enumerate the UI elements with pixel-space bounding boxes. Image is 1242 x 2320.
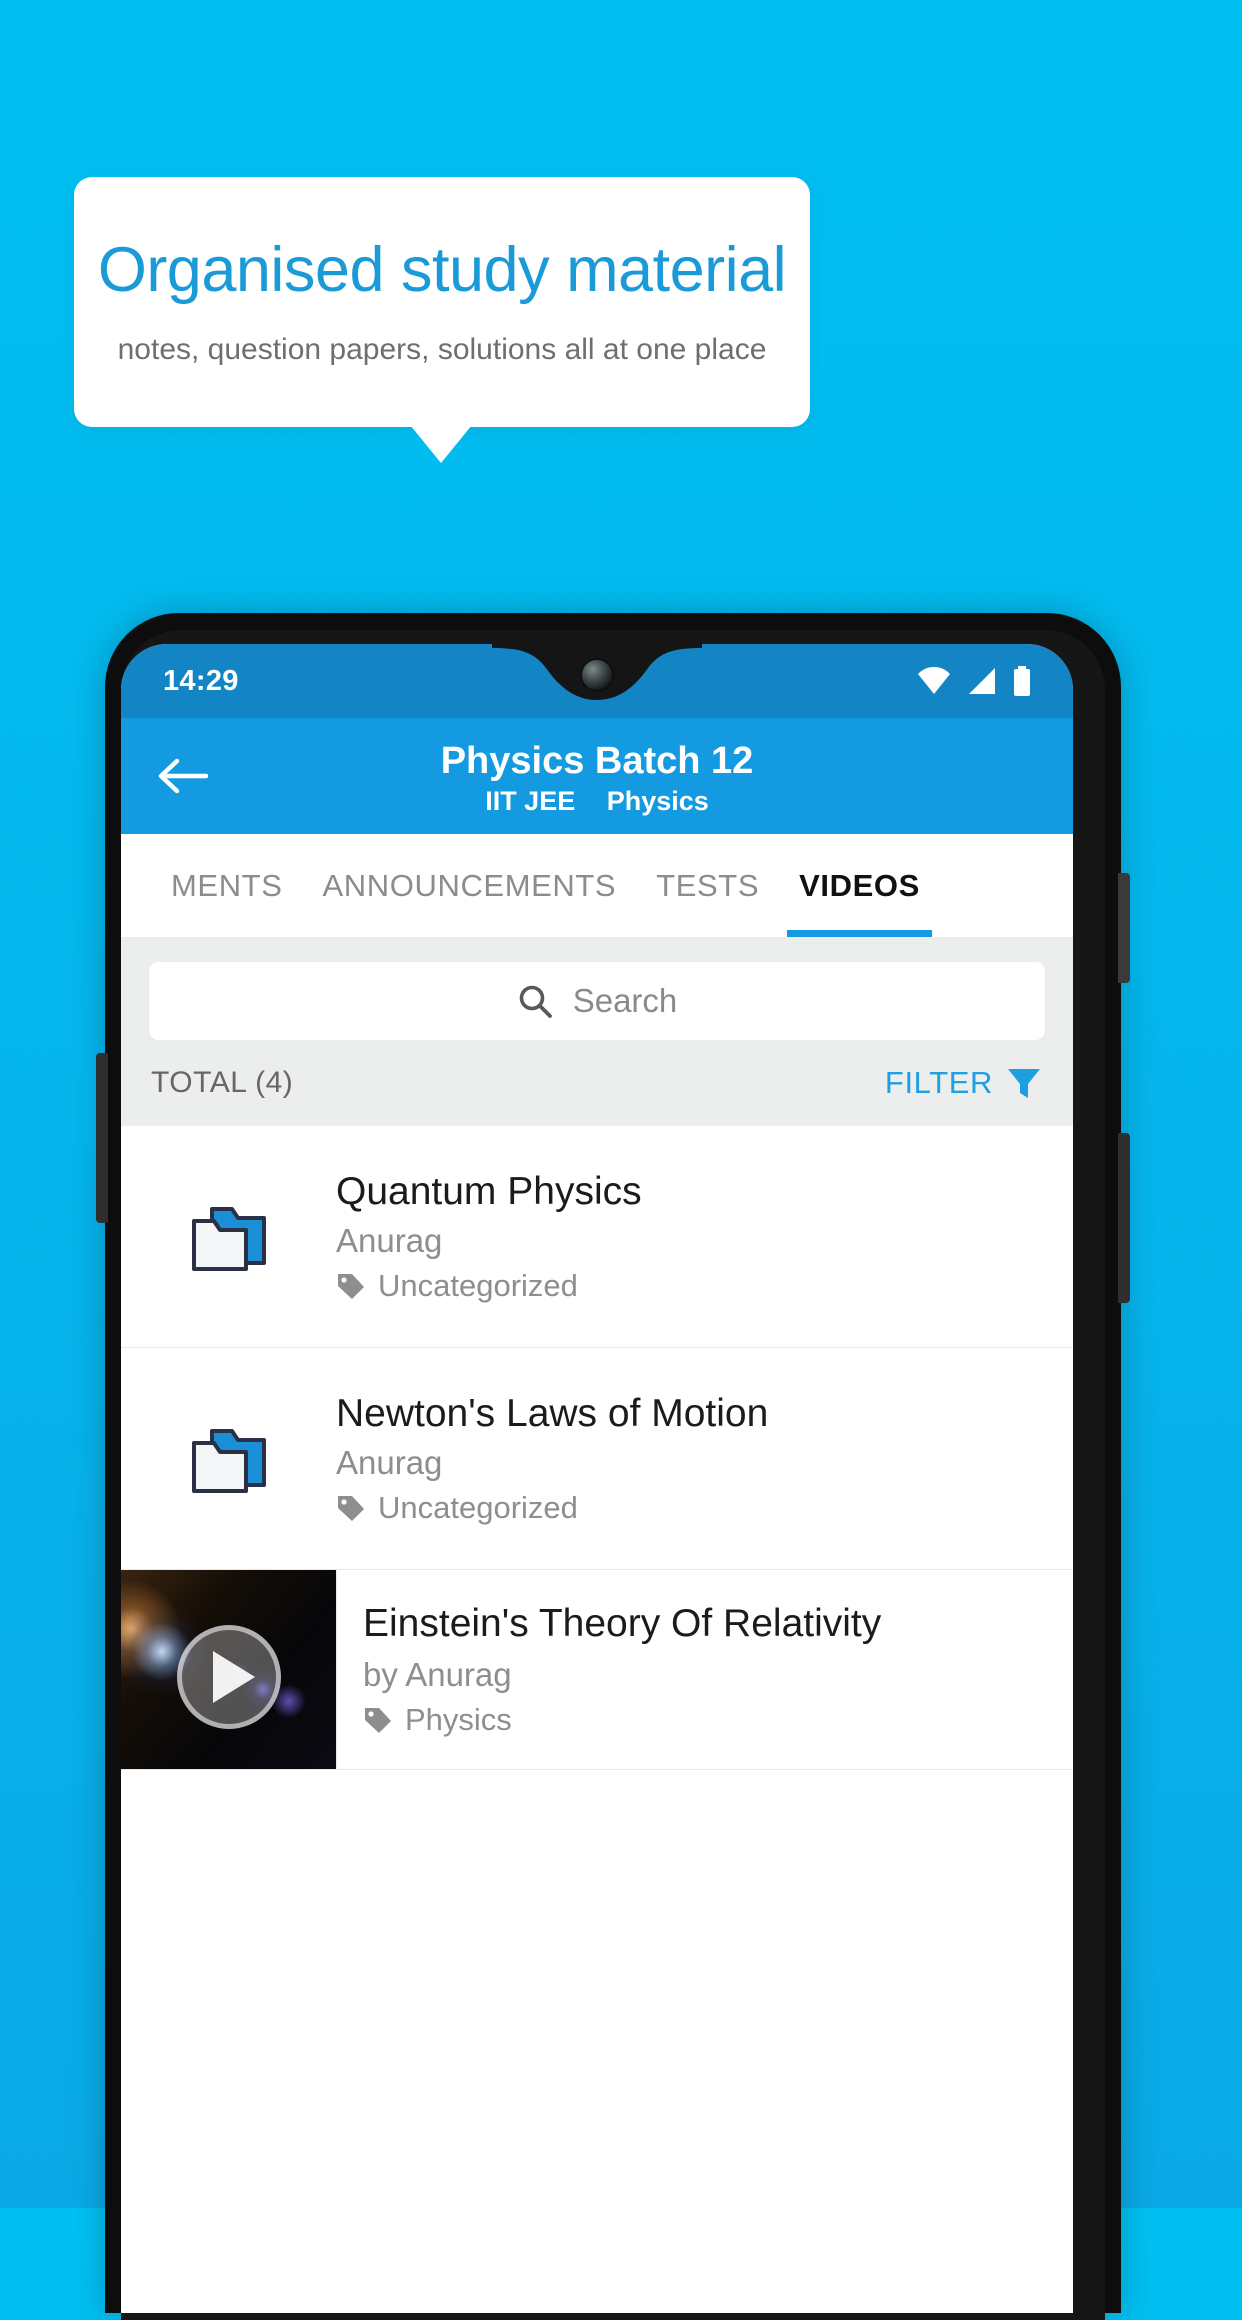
search-icon (519, 985, 552, 1018)
filter-label: FILTER (884, 1065, 993, 1100)
list-item-body: Einstein's Theory Of Relativity by Anura… (336, 1570, 1073, 1769)
phone-frame: 14:29 Physics Batch 12 IIT JEE Physics M… (96, 613, 1130, 2320)
back-arrow-icon (158, 758, 208, 794)
signal-icon (969, 668, 995, 694)
list-item-author: by Anurag (363, 1655, 512, 1693)
list-item-tag-label: Uncategorized (378, 1489, 578, 1525)
front-camera-icon (580, 658, 614, 692)
list-item-body: Quantum Physics Anurag Uncategorized (336, 1169, 1073, 1303)
volume-button-right[interactable] (1118, 1133, 1130, 1303)
tag-icon (365, 1707, 391, 1733)
list-item-tag-label: Physics (405, 1701, 512, 1737)
app-bar-course: IIT JEE (485, 786, 576, 817)
battery-icon (1014, 666, 1030, 696)
list-item-tag: Uncategorized (336, 1268, 1053, 1304)
list-item-author: Anurag (336, 1221, 443, 1259)
search-placeholder: Search (572, 982, 678, 1019)
folder-icon (191, 1206, 266, 1271)
app-bar-subject: Physics (606, 786, 709, 817)
tab-announcements[interactable]: ANNOUNCEMENTS (303, 834, 637, 937)
volume-button[interactable] (96, 1053, 108, 1223)
speech-bubble-tail (410, 425, 472, 463)
status-icons (917, 666, 1031, 696)
search-section: Search (121, 938, 1073, 1040)
list-item-tag: Physics (363, 1702, 1055, 1738)
tab-bar: MENTS ANNOUNCEMENTS TESTS VIDEOS (121, 834, 1073, 938)
list-item-title: Einstein's Theory Of Relativity (363, 1602, 882, 1646)
back-button[interactable] (153, 747, 211, 805)
funnel-icon (1008, 1069, 1040, 1098)
list-item[interactable]: Quantum Physics Anurag Uncategorized (121, 1126, 1073, 1348)
tag-icon (338, 1495, 364, 1521)
list-item-tag: Uncategorized (336, 1490, 1053, 1526)
app-bar-title: Physics Batch 12 (440, 739, 754, 782)
tab-tests[interactable]: TESTS (636, 834, 779, 937)
status-bar: 14:29 (121, 644, 1073, 718)
status-time: 14:29 (163, 664, 239, 697)
search-input[interactable]: Search (149, 962, 1045, 1040)
list-item-tag-label: Uncategorized (378, 1267, 578, 1303)
promo-card: Organised study material notes, question… (74, 177, 810, 427)
list-item[interactable]: Einstein's Theory Of Relativity by Anura… (121, 1570, 1073, 1770)
tag-icon (338, 1273, 364, 1299)
folder-icon (191, 1428, 266, 1493)
video-thumbnail[interactable] (121, 1570, 336, 1769)
page-title: Organised study material (97, 234, 787, 305)
power-button[interactable] (1118, 873, 1130, 983)
phone-screen: 14:29 Physics Batch 12 IIT JEE Physics M… (121, 644, 1073, 2313)
content-list: Quantum Physics Anurag Uncategorized New… (121, 1126, 1073, 1770)
list-item-icon (121, 1199, 336, 1275)
app-bar-titles: Physics Batch 12 IIT JEE Physics (121, 735, 1073, 817)
list-item-author: Anurag (336, 1443, 443, 1481)
page-subtitle: notes, question papers, solutions all at… (117, 333, 767, 367)
list-item-icon (121, 1421, 336, 1497)
play-triangle (212, 1651, 255, 1704)
app-bar: Physics Batch 12 IIT JEE Physics (121, 718, 1073, 834)
list-item[interactable]: Newton's Laws of Motion Anurag Uncategor… (121, 1348, 1073, 1570)
app-bar-subtitle: IIT JEE Physics (121, 786, 1073, 817)
filter-button[interactable]: FILTER (885, 1064, 1043, 1102)
list-item-body: Newton's Laws of Motion Anurag Uncategor… (336, 1391, 1073, 1525)
tab-videos[interactable]: VIDEOS (779, 834, 940, 937)
total-count-label: TOTAL (4) (151, 1066, 294, 1099)
filter-row: TOTAL (4) FILTER (121, 1040, 1073, 1126)
play-icon[interactable] (176, 1625, 281, 1730)
list-item-title: Quantum Physics (336, 1170, 642, 1214)
wifi-icon (918, 667, 950, 694)
list-item-title: Newton's Laws of Motion (336, 1392, 769, 1436)
tab-documents[interactable]: MENTS (151, 834, 303, 937)
